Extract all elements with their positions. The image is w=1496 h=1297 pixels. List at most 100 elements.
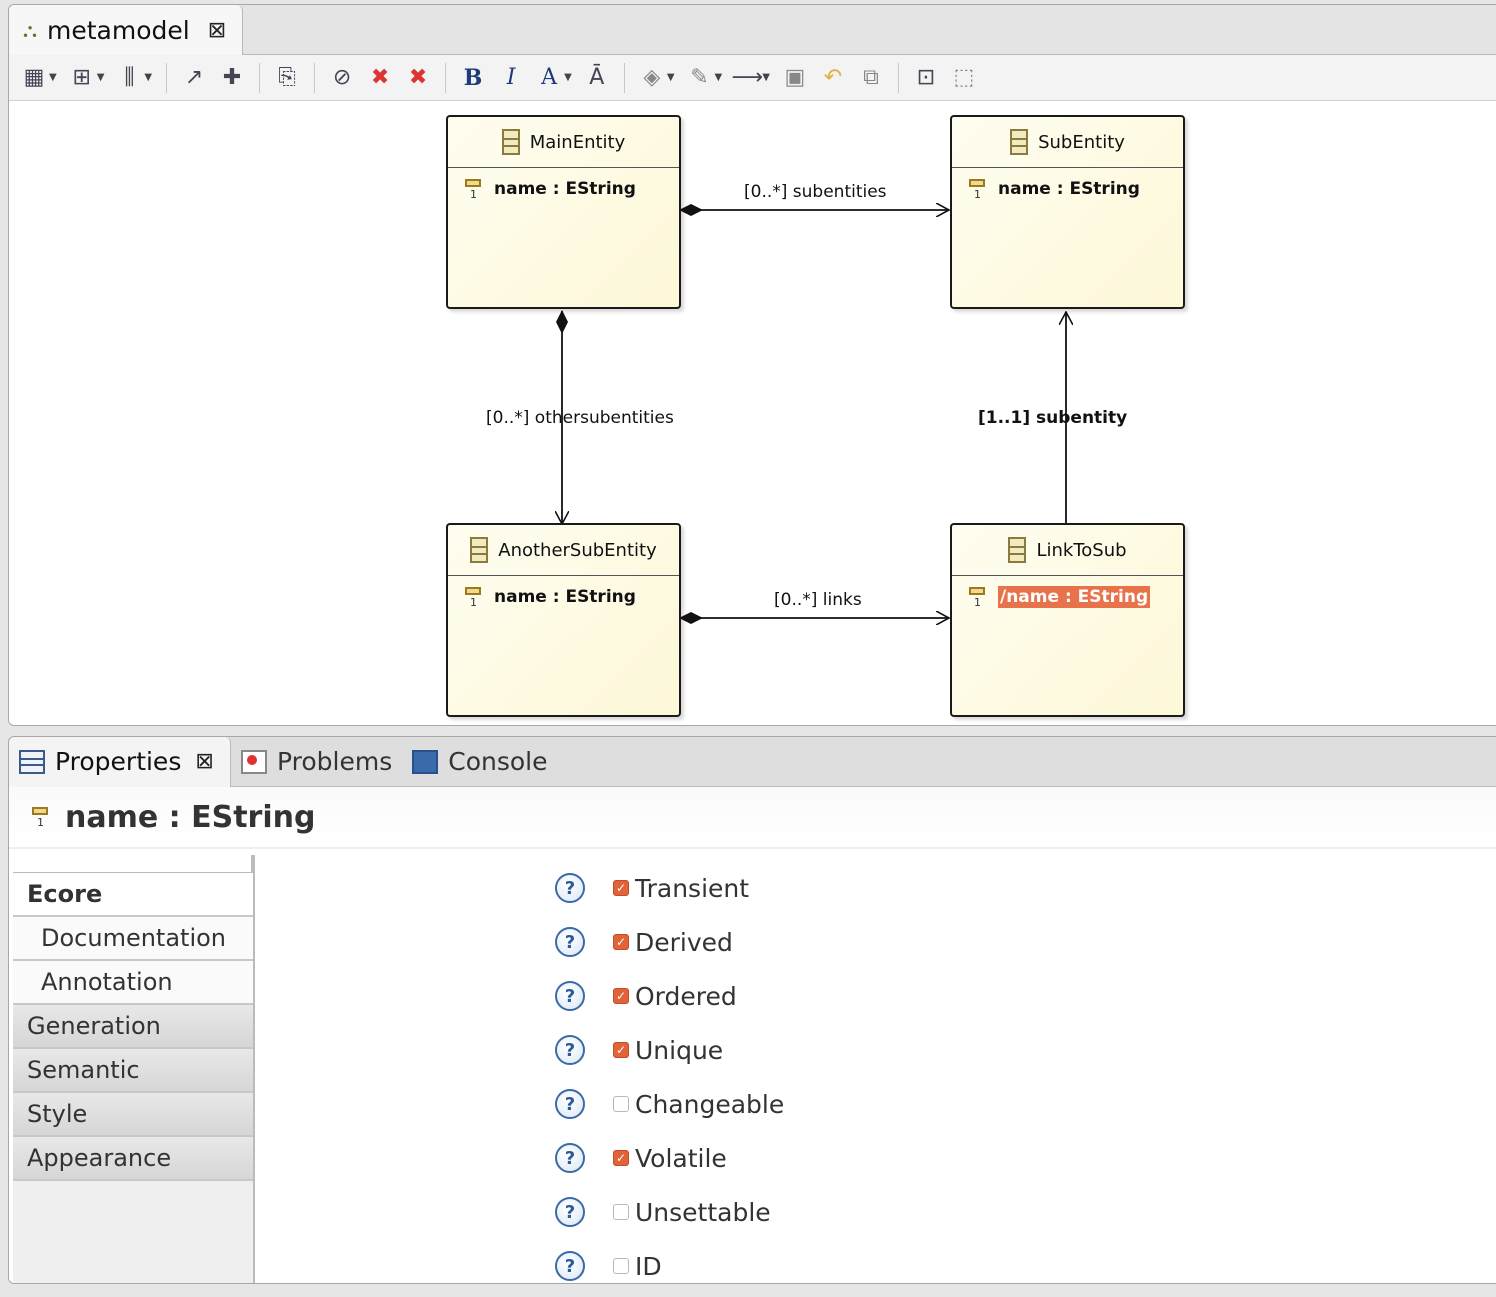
checkbox-volatile[interactable]: ✓ [613,1150,629,1166]
pin-icon[interactable]: ✚ [215,61,249,95]
checkbox-label[interactable]: ID [635,1252,662,1281]
delete-from-model-icon[interactable]: ✖ [401,61,435,95]
font-style-icon[interactable]: Ā [580,61,614,95]
select-all-icon[interactable]: ⊡ [909,61,943,95]
chevron-down-icon[interactable]: ▼ [97,72,105,83]
image-icon[interactable]: ▣ [778,61,812,95]
tab-console[interactable]: Console [402,737,557,787]
fill-color-icon[interactable]: ◈ [635,61,669,95]
checkbox-label[interactable]: Derived [635,928,733,957]
chevron-down-icon[interactable]: ▼ [667,72,675,83]
sidebar-item-annotation[interactable]: Annotation [13,961,253,1005]
help-icon[interactable]: ? [555,1251,585,1281]
sidebar-item-appearance[interactable]: Appearance [13,1137,253,1181]
checkbox-label[interactable]: Volatile [635,1144,727,1173]
chevron-down-icon[interactable]: ▼ [762,72,770,83]
entity-header: MainEntity [448,117,679,168]
editor-tabbar: ⛬ metamodel ⊠ [9,5,1496,55]
checkbox-label[interactable]: Changeable [635,1090,784,1119]
checkbox-unique[interactable]: ✓ [613,1042,629,1058]
line-style-icon[interactable]: ⟶ [730,61,764,95]
bold-button[interactable]: B [456,61,490,95]
attribute-row-selected[interactable]: 1 /name : EString [952,576,1183,609]
checkbox-derived[interactable]: ✓ [613,934,629,950]
help-icon[interactable]: ? [555,1197,585,1227]
tab-properties[interactable]: Properties ⊠ [9,737,231,787]
checkbox-row-derived: ? ✓ Derived [555,915,784,969]
checkbox-label[interactable]: Transient [635,874,749,903]
checkbox-unsettable[interactable] [613,1204,629,1220]
checkbox-transient[interactable]: ✓ [613,880,629,896]
ecore-diagram-icon: ⛬ [23,18,37,42]
entity-linktosub[interactable]: LinkToSub 1 /name : EString [950,523,1185,717]
attribute-label: name : EString [494,179,636,199]
arrange-all-icon[interactable]: ▦ [17,61,51,95]
console-icon [412,749,439,774]
properties-view: Properties ⊠ Problems Console 1 name : E… [8,736,1496,1284]
attribute-label: name : EString [494,587,636,607]
entity-subentity[interactable]: SubEntity 1 name : EString [950,115,1185,309]
entity-name: AnotherSubEntity [498,539,657,561]
chevron-down-icon[interactable]: ▼ [564,72,572,83]
distribute-icon[interactable]: ⫼ [112,61,146,95]
properties-title: name : EString [65,799,316,835]
eclass-icon [501,129,520,155]
edge-label-links[interactable]: [0..*] links [774,590,862,610]
close-icon[interactable]: ⊠ [208,18,226,43]
entity-mainentity[interactable]: MainEntity 1 name : EString [446,115,681,309]
copy-appearance-icon[interactable]: ⧉ [854,61,888,95]
delete-icon[interactable]: ✖ [363,61,397,95]
zoom-fit-icon[interactable]: ⬚ [947,61,981,95]
undo-icon[interactable]: ↶ [816,61,850,95]
help-icon[interactable]: ? [555,1035,585,1065]
help-icon[interactable]: ? [555,981,585,1011]
checkbox-row-id: ? ID [555,1239,784,1283]
checkbox-label[interactable]: Unique [635,1036,723,1065]
sidebar-item-semantic[interactable]: Semantic [13,1049,253,1093]
export-icon[interactable]: ↗ [177,61,211,95]
hide-icon[interactable]: ⊘ [325,61,359,95]
line-color-icon[interactable]: ✎ [683,61,717,95]
checkbox-row-ordered: ? ✓ Ordered [555,969,784,1023]
help-icon[interactable]: ? [555,1089,585,1119]
attribute-row[interactable]: 1 name : EString [952,168,1183,201]
eclass-icon [1010,129,1029,155]
checkbox-row-unique: ? ✓ Unique [555,1023,784,1077]
help-icon[interactable]: ? [555,1143,585,1173]
checkbox-changeable[interactable] [613,1096,629,1112]
chevron-down-icon[interactable]: ▼ [49,72,57,83]
entity-anothersubentity[interactable]: AnotherSubEntity 1 name : EString [446,523,681,717]
chevron-down-icon[interactable]: ▼ [715,72,723,83]
entity-name: MainEntity [529,131,626,153]
properties-icon [19,749,45,774]
chevron-down-icon[interactable]: ▼ [144,72,152,83]
italic-button[interactable]: I [494,61,528,95]
checkbox-label[interactable]: Unsettable [635,1198,771,1227]
attribute-row[interactable]: 1 name : EString [448,168,679,201]
editor-tab-metamodel[interactable]: ⛬ metamodel ⊠ [9,5,243,55]
sidebar-item-documentation[interactable]: Documentation [13,917,253,961]
font-color-button[interactable]: A [532,61,566,95]
sidebar-item-style[interactable]: Style [13,1093,253,1137]
toolbar-separator [314,62,316,93]
edge-label-othersubentities[interactable]: [0..*] othersubentities [486,408,674,428]
tab-problems[interactable]: Problems [231,737,402,787]
view-tabbar: Properties ⊠ Problems Console [9,737,1496,787]
toolbar-separator [445,62,447,93]
checkbox-label[interactable]: Ordered [635,982,737,1011]
copy-format-icon[interactable]: ⎘ [270,61,304,95]
sidebar-item-generation[interactable]: Generation [13,1005,253,1049]
edge-label-subentities[interactable]: [0..*] subentities [744,182,887,202]
help-icon[interactable]: ? [555,927,585,957]
checkbox-ordered[interactable]: ✓ [613,988,629,1004]
toolbar-separator [623,62,625,93]
checkbox-row-unsettable: ? Unsettable [555,1185,784,1239]
checkbox-id[interactable] [613,1258,629,1274]
layout-icon[interactable]: ⊞ [65,61,99,95]
diagram-canvas[interactable]: [0..*] subentities [0..*] othersubentiti… [9,102,1496,725]
close-icon[interactable]: ⊠ [195,749,213,774]
attribute-row[interactable]: 1 name : EString [448,576,679,609]
sidebar-item-ecore[interactable]: Ecore [13,873,253,917]
help-icon[interactable]: ? [555,873,585,903]
edge-label-subentity[interactable]: [1..1] subentity [978,408,1127,428]
